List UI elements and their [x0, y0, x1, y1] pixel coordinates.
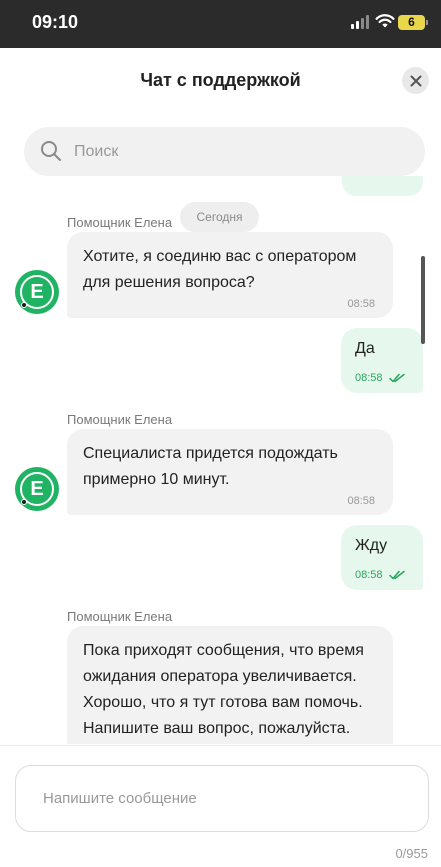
sender-name: Помощник Елена [67, 609, 173, 624]
message-meta: 08:58 [355, 372, 405, 384]
assistant-avatar: E [15, 270, 59, 314]
message-input[interactable] [43, 766, 413, 831]
message-composer[interactable] [15, 765, 429, 832]
message-time: 08:58 [347, 298, 375, 310]
online-status-dot [21, 499, 27, 505]
message-text: Хотите, я соединю вас с оператором для р… [83, 248, 357, 291]
incoming-message: Хотите, я соединю вас с оператором для р… [67, 232, 393, 318]
assistant-avatar: E [15, 467, 59, 511]
message-text: Пока приходят сообщения, что время ожида… [83, 642, 364, 737]
chat-scrollbar[interactable] [421, 256, 425, 344]
message-text: Специалиста придется подождать примерно … [83, 445, 338, 488]
double-check-icon [388, 373, 405, 383]
status-bar: 09:10 6 [0, 0, 441, 48]
search-icon [41, 141, 61, 161]
search-input[interactable] [74, 127, 404, 176]
character-counter: 0/955 [395, 846, 428, 861]
online-status-dot [21, 302, 27, 308]
search-bar[interactable] [24, 127, 425, 176]
previous-message-bubble [342, 176, 423, 196]
signal-icon [351, 15, 371, 29]
sender-name: Помощник Елена [67, 412, 173, 427]
close-icon [410, 75, 421, 86]
message-text: Да [355, 340, 375, 357]
outgoing-message: Да 08:58 [341, 328, 423, 393]
page-title: Чат с поддержкой [140, 70, 301, 90]
incoming-message: Пока приходят сообщения, что время ожида… [67, 626, 393, 744]
chat-header: Чат с поддержкой [0, 48, 441, 114]
message-time: 08:58 [355, 569, 383, 581]
sender-name: Помощник Елена [67, 215, 173, 230]
incoming-message: Специалиста придется подождать примерно … [67, 429, 393, 515]
message-meta: 08:58 [355, 569, 405, 581]
message-text: Жду [355, 537, 388, 554]
wifi-icon [375, 14, 395, 28]
status-time: 09:10 [32, 12, 79, 32]
battery-icon: 6 [398, 15, 428, 30]
message-time: 08:58 [355, 372, 383, 384]
composer-divider [0, 745, 441, 746]
outgoing-message: Жду 08:58 [341, 525, 423, 590]
date-divider: Сегодня [180, 202, 259, 232]
message-time: 08:58 [347, 495, 375, 507]
double-check-icon [388, 570, 405, 580]
close-button[interactable] [402, 67, 429, 94]
chat-history[interactable]: Помощник Елена Сегодня E Хотите, я соеди… [0, 176, 441, 744]
